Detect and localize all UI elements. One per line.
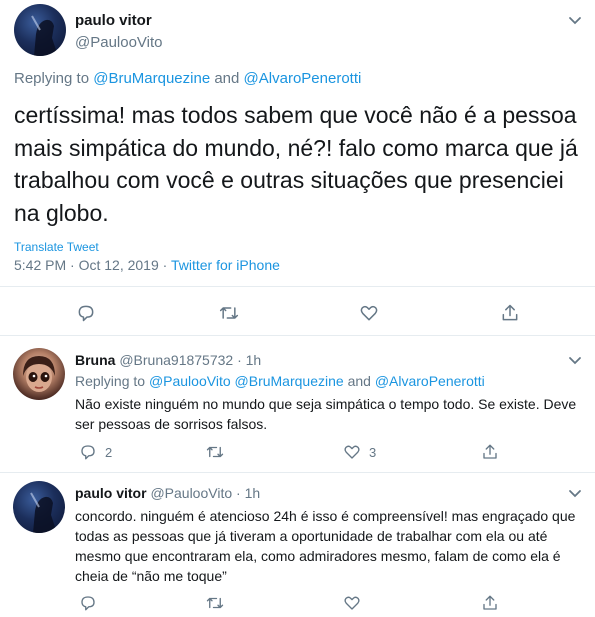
reply-header: paulo vitor @PaulooVito · 1h	[75, 485, 260, 501]
like-count: 3	[369, 444, 377, 460]
replying-to: Replying to @PaulooVito @BruMarquezine a…	[75, 373, 485, 389]
author-name[interactable]: Bruna	[75, 352, 115, 368]
replying-to-label: Replying to	[14, 70, 90, 87]
author-handle[interactable]: @PaulooVito	[75, 34, 163, 51]
share-icon	[483, 595, 497, 610]
retweet-icon	[219, 307, 239, 319]
like-button[interactable]	[343, 594, 361, 612]
tweet-meta: 5:42 PM · Oct 12, 2019 · Twitter for iPh…	[14, 257, 280, 273]
chevron-down-icon[interactable]	[566, 351, 584, 369]
like-button[interactable]	[359, 303, 379, 323]
share-button[interactable]	[481, 594, 499, 612]
author-name[interactable]: paulo vitor	[75, 12, 152, 29]
source-link[interactable]: Twitter for iPhone	[171, 257, 280, 273]
divider	[0, 335, 595, 336]
reply-time[interactable]: · 1h	[236, 485, 260, 501]
reply-count: 2	[105, 444, 113, 460]
tweet-text: concordo. ninguém é atencioso 24h é isso…	[75, 508, 576, 584]
avatar-face-icon	[23, 356, 55, 392]
meta-separator: ·	[162, 257, 168, 273]
retweet-button[interactable]	[205, 443, 225, 461]
reply-header: Bruna @Bruna91875732 · 1h	[75, 352, 261, 368]
reply-icon	[78, 305, 94, 322]
translate-tweet-link[interactable]: Translate Tweet	[14, 240, 99, 254]
share-icon	[483, 444, 497, 459]
replying-and: and	[347, 373, 371, 389]
like-button[interactable]: 3	[343, 443, 376, 461]
retweet-icon	[206, 597, 224, 609]
share-button[interactable]	[481, 443, 499, 461]
heart-icon	[360, 305, 378, 321]
avatar[interactable]	[13, 481, 65, 533]
tweet-text: certíssima! mas todos sabem que você não…	[14, 102, 578, 226]
divider	[0, 286, 595, 287]
author-handle[interactable]: @PaulooVito	[150, 485, 232, 501]
heart-icon	[344, 596, 360, 610]
mention-link[interactable]: @PaulooVito	[149, 373, 231, 389]
chevron-down-icon[interactable]	[566, 11, 584, 29]
mention-link[interactable]: @BruMarquezine	[93, 70, 210, 87]
timestamp[interactable]: 5:42 PM · Oct 12, 2019	[14, 257, 159, 273]
retweet-icon	[206, 446, 224, 458]
tweet-text: Não existe ninguém no mundo que seja sim…	[75, 396, 577, 432]
reply-button[interactable]: 2	[79, 443, 112, 461]
author-handle[interactable]: @Bruna91875732	[119, 352, 233, 368]
avatar-silhouette-icon	[30, 492, 57, 533]
divider	[0, 472, 595, 473]
share-icon	[502, 304, 518, 321]
mention-link[interactable]: @AlvaroPenerotti	[375, 373, 485, 389]
reply-button[interactable]	[79, 594, 97, 612]
avatar-silhouette-icon	[31, 15, 58, 56]
reply-button[interactable]	[76, 303, 96, 323]
retweet-button[interactable]	[205, 594, 225, 612]
share-button[interactable]	[500, 303, 520, 323]
reply-icon	[81, 596, 95, 611]
replying-to-label: Replying to	[75, 373, 146, 389]
reply-time[interactable]: · 1h	[237, 352, 261, 368]
heart-icon	[344, 445, 360, 459]
reply-icon	[81, 445, 95, 460]
replying-and: and	[214, 70, 240, 87]
author-name[interactable]: paulo vitor	[75, 485, 147, 501]
mention-link[interactable]: @AlvaroPenerotti	[244, 70, 362, 87]
retweet-button[interactable]	[218, 303, 240, 323]
avatar[interactable]	[13, 348, 65, 400]
tweet-actions	[0, 292, 595, 332]
replying-to: Replying to @BruMarquezine and @AlvaroPe…	[14, 70, 361, 87]
chevron-down-icon[interactable]	[566, 484, 584, 502]
mention-link[interactable]: @BruMarquezine	[235, 373, 344, 389]
avatar[interactable]	[14, 4, 66, 56]
